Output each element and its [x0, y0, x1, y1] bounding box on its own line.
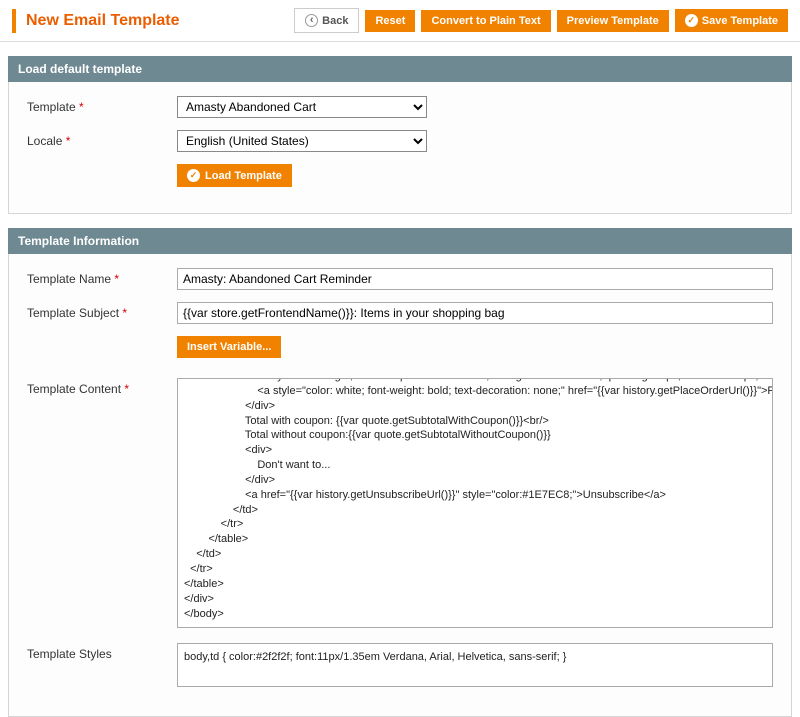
header-buttons: Back Reset Convert to Plain Text Preview… [294, 8, 788, 33]
name-row: Template Name * [27, 268, 773, 290]
preview-button[interactable]: Preview Template [557, 10, 669, 32]
content-control [177, 378, 773, 631]
template-styles-textarea[interactable] [177, 643, 773, 687]
template-info-body: Template Name * Template Subject * Inser… [8, 254, 792, 717]
back-button[interactable]: Back [294, 8, 359, 33]
page-header: New Email Template Back Reset Convert to… [0, 0, 800, 42]
page-title: New Email Template [26, 12, 180, 30]
empty-label [27, 164, 177, 168]
header-accent [12, 9, 16, 33]
styles-label-text: Template Styles [27, 647, 112, 661]
template-content-textarea[interactable] [177, 378, 773, 628]
convert-label: Convert to Plain Text [431, 15, 540, 27]
template-subject-input[interactable] [177, 302, 773, 324]
subject-label: Template Subject * [27, 302, 177, 320]
styles-row: Template Styles [27, 643, 773, 690]
required-asterisk: * [79, 100, 84, 114]
insert-variable-button[interactable]: Insert Variable... [177, 336, 281, 358]
check-icon [685, 14, 698, 27]
subject-control [177, 302, 773, 324]
convert-button[interactable]: Convert to Plain Text [421, 10, 550, 32]
check-icon [187, 169, 200, 182]
preview-label: Preview Template [567, 15, 659, 27]
required-asterisk: * [122, 306, 127, 320]
template-name-input[interactable] [177, 268, 773, 290]
required-asterisk: * [124, 382, 129, 396]
content-label: Template Content * [27, 378, 177, 396]
empty-label [27, 336, 177, 340]
template-label: Template * [27, 96, 177, 114]
load-template-label: Load Template [205, 170, 282, 182]
save-button[interactable]: Save Template [675, 9, 788, 32]
name-control [177, 268, 773, 290]
name-label: Template Name * [27, 268, 177, 286]
load-button-control: Load Template [177, 164, 773, 187]
load-button-row: Load Template [27, 164, 773, 187]
template-select[interactable]: Amasty Abandoned Cart [177, 96, 427, 118]
required-asterisk: * [114, 272, 119, 286]
subject-label-text: Template Subject [27, 306, 119, 320]
template-row: Template * Amasty Abandoned Cart [27, 96, 773, 118]
styles-label: Template Styles [27, 643, 177, 661]
save-label: Save Template [702, 15, 778, 27]
locale-row: Locale * English (United States) [27, 130, 773, 152]
styles-control [177, 643, 773, 690]
template-info-header: Template Information [8, 228, 792, 254]
back-label: Back [322, 15, 348, 27]
load-default-header: Load default template [8, 56, 792, 82]
insert-variable-label: Insert Variable... [187, 341, 271, 353]
template-control: Amasty Abandoned Cart [177, 96, 773, 118]
reset-button[interactable]: Reset [365, 10, 415, 32]
required-asterisk: * [66, 134, 71, 148]
reset-label: Reset [375, 15, 405, 27]
back-arrow-icon [305, 14, 318, 27]
insert-variable-row: Insert Variable... [27, 336, 773, 366]
content-row: Template Content * [27, 378, 773, 631]
insert-variable-control: Insert Variable... [177, 336, 773, 358]
locale-select[interactable]: English (United States) [177, 130, 427, 152]
load-template-button[interactable]: Load Template [177, 164, 292, 187]
locale-label-text: Locale [27, 134, 62, 148]
locale-label: Locale * [27, 130, 177, 148]
content-label-text: Template Content [27, 382, 121, 396]
load-default-body: Template * Amasty Abandoned Cart Locale … [8, 82, 792, 214]
locale-control: English (United States) [177, 130, 773, 152]
name-label-text: Template Name [27, 272, 111, 286]
subject-row: Template Subject * [27, 302, 773, 324]
template-label-text: Template [27, 100, 76, 114]
